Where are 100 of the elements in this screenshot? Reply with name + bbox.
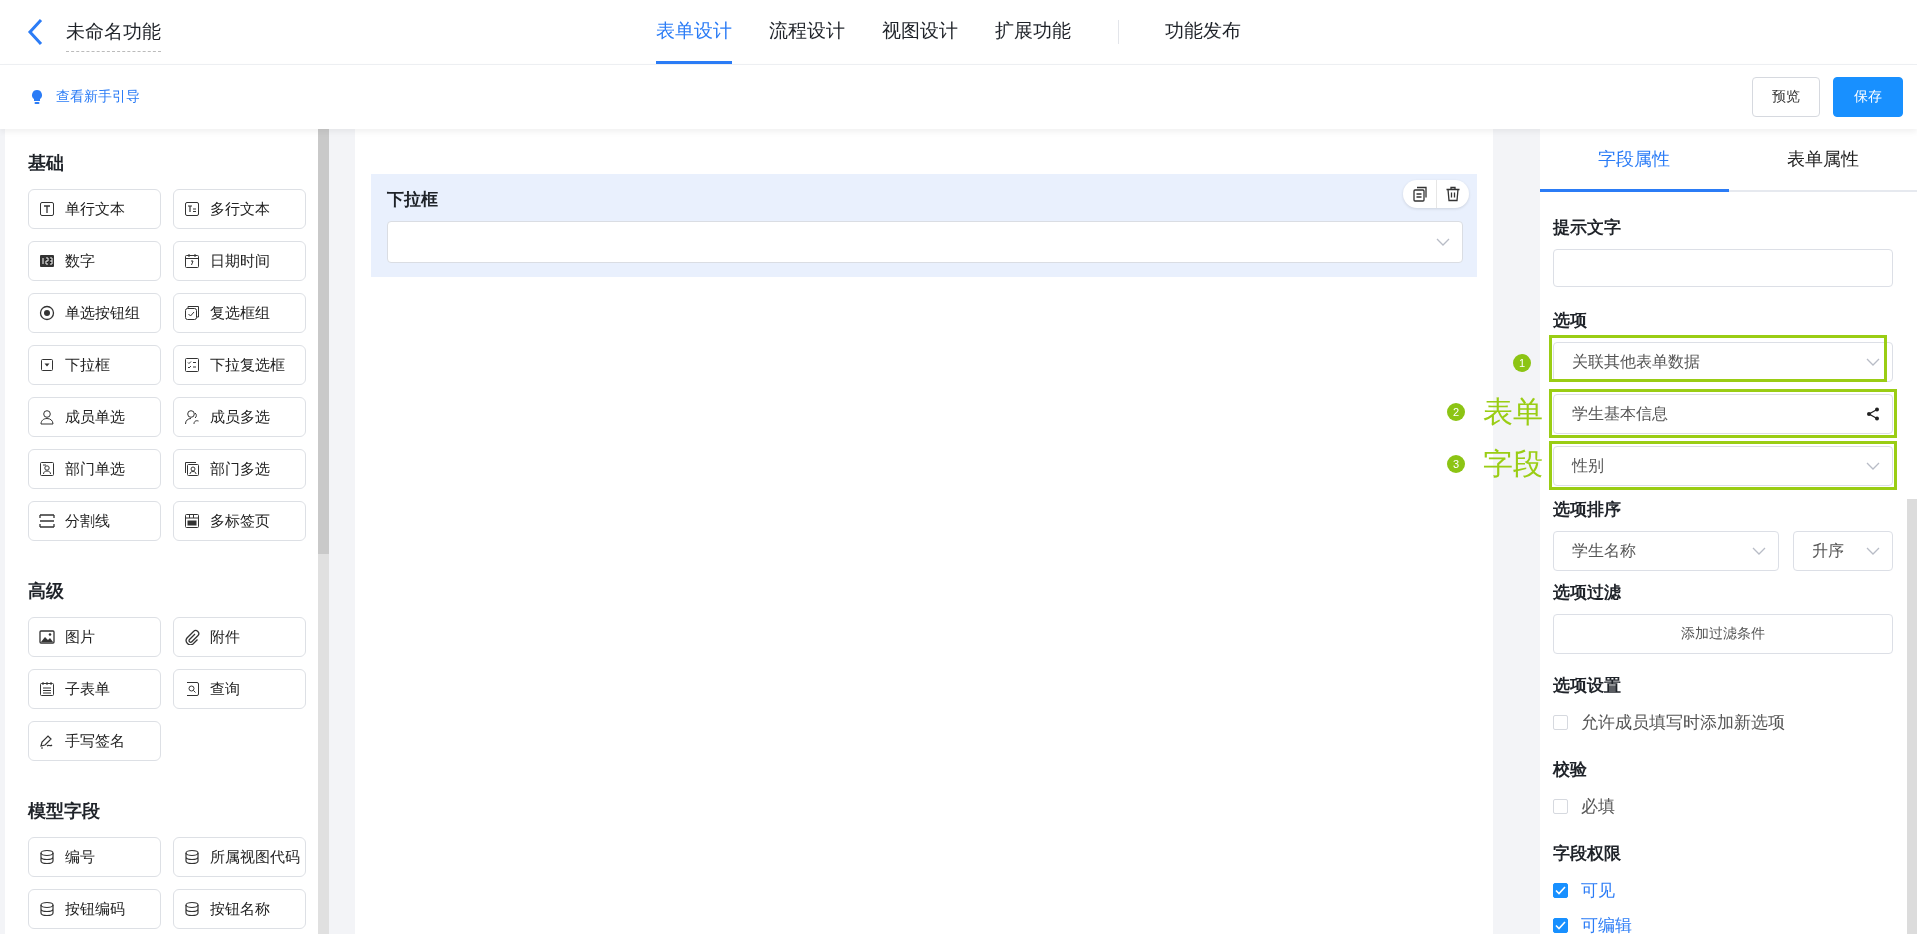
checkbox-icon	[184, 305, 200, 321]
section-label: 选项	[1553, 310, 1588, 332]
palette-item[interactable]: 多标签页	[173, 501, 306, 541]
checkbox[interactable]	[1553, 883, 1568, 898]
copy-icon	[1411, 186, 1428, 202]
trash-icon	[1445, 186, 1461, 202]
database-icon	[39, 849, 55, 865]
chevron-down-icon	[1866, 462, 1880, 470]
checkbox-label: 可编辑	[1581, 915, 1632, 934]
lightbulb-icon	[30, 89, 44, 105]
palette-item[interactable]: 单行文本	[28, 189, 161, 229]
preview-button[interactable]: 预览	[1752, 77, 1820, 117]
palette-item[interactable]: 按钮编码	[28, 889, 161, 929]
chevron-down-icon	[1866, 547, 1880, 555]
dropdown-icon	[39, 357, 55, 373]
number-icon	[39, 253, 55, 269]
scrollbar[interactable]	[1907, 499, 1917, 934]
guide-link[interactable]: 查看新手引导	[56, 88, 140, 106]
section-label: 校验	[1553, 759, 1588, 781]
palette-item[interactable]: 成员单选	[28, 397, 161, 437]
section-label: 选项设置	[1553, 675, 1622, 697]
id-cards-icon	[184, 461, 200, 477]
palette-item[interactable]: 多行文本	[173, 189, 306, 229]
database-icon	[184, 849, 200, 865]
checkbox-label: 可见	[1581, 880, 1615, 902]
share-icon	[1866, 407, 1880, 421]
section-label: 提示文字	[1553, 217, 1622, 239]
checklist-icon	[184, 357, 200, 373]
select-value: 性别	[1572, 455, 1604, 476]
pen-icon	[39, 733, 55, 749]
palette-item[interactable]: 复选框组	[173, 293, 306, 333]
add-filter-button[interactable]: 添加过滤条件	[1553, 614, 1893, 654]
group-title: 高级	[28, 580, 65, 603]
palette-item[interactable]: 编号	[28, 837, 161, 877]
publish-tab[interactable]: 功能发布	[1165, 0, 1241, 64]
paperclip-icon	[184, 629, 200, 645]
section-label: 选项排序	[1553, 499, 1622, 521]
palette-item[interactable]: 图片	[28, 617, 161, 657]
palette-item[interactable]: 查询	[173, 669, 306, 709]
panel-tab[interactable]: 表单属性	[1728, 129, 1917, 192]
chevron-down-icon	[1752, 547, 1766, 555]
search-icon	[184, 681, 200, 697]
chevron-down-icon	[1436, 238, 1450, 246]
input-field[interactable]	[1553, 249, 1893, 287]
palette-item[interactable]: 手写签名	[28, 721, 161, 761]
scrollbar[interactable]	[318, 129, 329, 934]
palette-item[interactable]: 成员多选	[173, 397, 306, 437]
section-label: 字段权限	[1553, 843, 1622, 865]
nav-tab[interactable]: 扩展功能	[995, 0, 1071, 64]
panel-tab[interactable]: 字段属性	[1540, 129, 1729, 192]
people-icon	[184, 409, 200, 425]
field-label: 下拉框	[387, 189, 438, 211]
palette-item[interactable]: 数字	[28, 241, 161, 281]
select-value: 关联其他表单数据	[1572, 351, 1700, 372]
palette-item[interactable]: 日期时间	[173, 241, 306, 281]
checkbox[interactable]	[1553, 918, 1568, 933]
select-field[interactable]: 关联其他表单数据	[1553, 342, 1893, 382]
palette-item[interactable]: 分割线	[28, 501, 161, 541]
annotation-label: 表单	[1483, 394, 1543, 430]
annotation-label: 字段	[1483, 446, 1543, 482]
app-title[interactable]: 未命名功能	[66, 18, 161, 52]
nav-tab[interactable]: 流程设计	[769, 0, 845, 64]
select-value: 学生名称	[1572, 540, 1636, 561]
checkbox-label: 必填	[1581, 796, 1615, 818]
person-icon	[39, 409, 55, 425]
step-marker: 1	[1513, 354, 1531, 372]
tab-icon	[184, 513, 200, 529]
select-value: 升序	[1812, 540, 1844, 561]
form-field-card[interactable]: 下拉框	[371, 174, 1477, 277]
group-title: 基础	[28, 152, 65, 175]
palette-item[interactable]: 所属视图代码	[173, 837, 306, 877]
calendar-icon	[184, 253, 200, 269]
palette-item[interactable]: 子表单	[28, 669, 161, 709]
database-icon	[39, 901, 55, 917]
palette-item[interactable]: 单选按钮组	[28, 293, 161, 333]
select-field[interactable]: 学生基本信息	[1553, 394, 1893, 434]
section-label: 选项过滤	[1553, 582, 1622, 604]
select-field[interactable]: 性别	[1553, 446, 1893, 486]
palette-item[interactable]: 部门单选	[28, 449, 161, 489]
group-title: 模型字段	[28, 800, 101, 823]
checkbox-label: 允许成员填写时添加新选项	[1581, 712, 1785, 734]
select-field[interactable]: 学生名称	[1553, 531, 1779, 571]
palette-item[interactable]: 下拉复选框	[173, 345, 306, 385]
image-icon	[39, 629, 55, 645]
chevron-down-icon	[1866, 358, 1880, 366]
palette-item[interactable]: 部门多选	[173, 449, 306, 489]
palette-item[interactable]: 附件	[173, 617, 306, 657]
palette-item[interactable]: 按钮名称	[173, 889, 306, 929]
id-card-icon	[39, 461, 55, 477]
palette-item[interactable]: 下拉框	[28, 345, 161, 385]
select-field[interactable]	[387, 221, 1463, 263]
divider-icon	[39, 513, 55, 529]
list-icon	[39, 681, 55, 697]
select-field[interactable]: 升序	[1793, 531, 1893, 571]
select-value: 学生基本信息	[1572, 403, 1668, 424]
nav-tab[interactable]: 视图设计	[882, 0, 958, 64]
text-lines-icon	[184, 201, 200, 217]
database-icon	[184, 901, 200, 917]
text-icon	[39, 201, 55, 217]
radio-icon	[39, 305, 55, 321]
